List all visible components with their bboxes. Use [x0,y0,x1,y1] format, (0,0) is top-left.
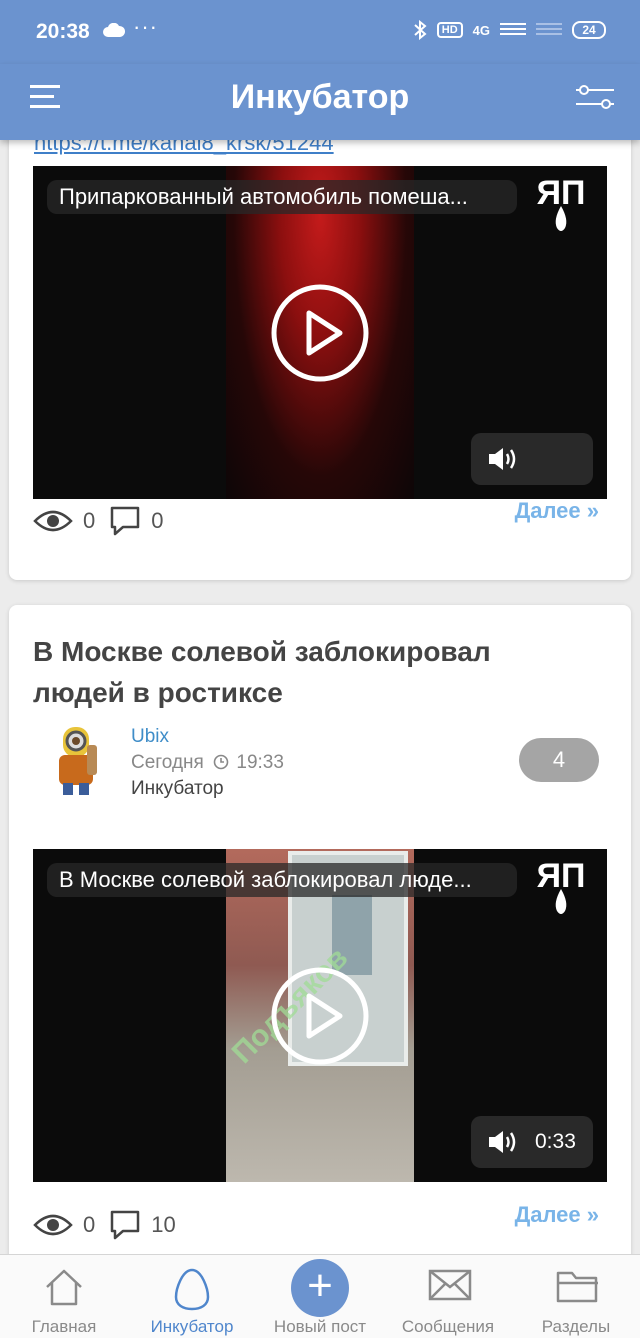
nav-home-label: Главная [31,1317,97,1336]
clock-icon [213,754,229,770]
page-title: Инкубатор [230,78,410,116]
nav-sections-label: Разделы [541,1317,611,1336]
video-duration: 0:33 [535,1130,576,1153]
comment-icon[interactable] [109,1209,141,1241]
nav-incubator[interactable]: Инкубатор [128,1255,256,1338]
nav-messages-label: Сообщения [401,1317,495,1336]
nav-messages[interactable]: Сообщения [384,1255,512,1338]
bluetooth-icon [414,20,427,40]
status-bar: 20:38 ··· HD 4G 24 [0,0,640,64]
status-right: HD 4G 24 [413,20,606,40]
post-stats: 0 10 [33,1209,176,1241]
post-card: В Москве солевой заблокировал людей в ро… [9,605,631,1254]
plus-icon[interactable]: + [291,1259,349,1317]
home-icon [46,1269,82,1306]
post-category[interactable]: Инкубатор [131,778,224,800]
rating-badge[interactable]: 4 [519,738,599,782]
nav-new-post-label: Новый пост [273,1317,367,1336]
play-icon[interactable] [270,966,370,1066]
hd-badge: HD [436,22,463,38]
avatar[interactable] [45,723,107,799]
video-player[interactable]: Подъяков В Москве солевой заблокировал л… [33,849,607,1182]
filter-icon[interactable] [576,82,614,112]
time-label: 19:33 [236,752,284,773]
comments-count: 10 [151,1212,176,1237]
signal2-icon [536,23,562,35]
post-stats: 0 0 [33,505,164,537]
eye-icon [33,510,73,532]
yap-logo-icon: ЯП [537,176,585,231]
nav-sections[interactable]: Разделы [512,1255,640,1338]
author-name[interactable]: Ubix [131,726,169,748]
more-link[interactable]: Далее » [515,1202,599,1228]
post-link[interactable]: https://t.me/kanal8_krsk/51244 [34,140,334,156]
bottom-nav: Главная Инкубатор + Новый пост Сообщения… [0,1254,640,1338]
comments-count: 0 [151,508,164,533]
video-title: В Москве солевой заблокировал люде... [47,863,517,897]
views-count: 0 [83,1212,96,1237]
video-player[interactable]: Припаркованный автомобиль помеша... ЯП [33,166,607,499]
envelope-icon [428,1269,472,1301]
play-icon[interactable] [270,283,370,383]
eye-icon [33,1214,73,1236]
post-title[interactable]: В Москве солевой заблокировал людей в ро… [33,631,553,713]
date-label: Сегодня [131,752,204,773]
nav-new-post[interactable]: + Новый пост [256,1255,384,1338]
status-dots: ··· [133,14,158,39]
nav-home[interactable]: Главная [0,1255,128,1338]
speaker-icon[interactable] [487,1129,519,1155]
volume-control[interactable]: 0:33 [471,1116,593,1168]
battery-icon: 24 [572,21,606,39]
feed[interactable]: https://t.me/kanal8_krsk/51244 Припарков… [0,140,640,1254]
speaker-icon[interactable] [487,446,519,472]
signal-icon [500,23,526,35]
nav-incubator-label: Инкубатор [150,1317,234,1336]
comment-icon[interactable] [109,505,141,537]
video-title: Припаркованный автомобиль помеша... [47,180,517,214]
yap-logo-icon: ЯП [537,859,585,914]
more-link[interactable]: Далее » [515,498,599,524]
network-label: 4G [472,22,490,38]
status-time: 20:38 [36,20,90,43]
egg-icon [174,1268,210,1311]
app-bar: Инкубатор [0,64,640,140]
post-card: https://t.me/kanal8_krsk/51244 Припарков… [9,140,631,580]
post-date: Сегодня 19:33 [131,752,284,774]
folder-icon [556,1271,598,1303]
volume-control[interactable] [471,433,593,485]
views-count: 0 [83,508,96,533]
cloud-icon [103,23,125,37]
